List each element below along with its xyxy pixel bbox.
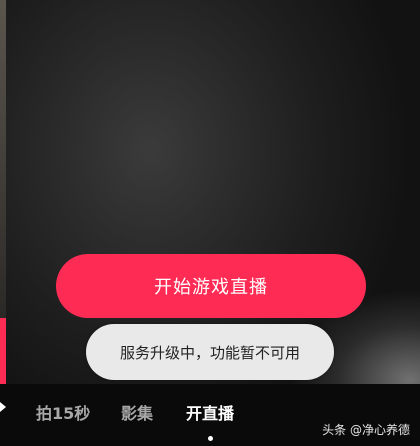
tab-shoot-15s[interactable]: 拍15秒 xyxy=(36,400,90,424)
tab-go-live[interactable]: 开直播 xyxy=(186,400,234,424)
left-accent-strip xyxy=(0,318,6,384)
watermark: 头条 @净心养德 xyxy=(322,423,410,437)
left-edge-strip xyxy=(0,0,6,320)
active-tab-indicator xyxy=(208,436,213,441)
service-unavailable-toast: 服务升级中，功能暂不可用 xyxy=(86,324,334,380)
tab-photo-album[interactable]: 影集 xyxy=(121,400,153,424)
start-game-live-button[interactable]: 开始游戏直播 xyxy=(56,254,366,318)
camera-preview: 开始游戏直播 服务升级中，功能暂不可用 拍15秒 影集 开直播 头条 @净心养德 xyxy=(0,0,420,446)
play-arrow-icon xyxy=(0,402,6,412)
